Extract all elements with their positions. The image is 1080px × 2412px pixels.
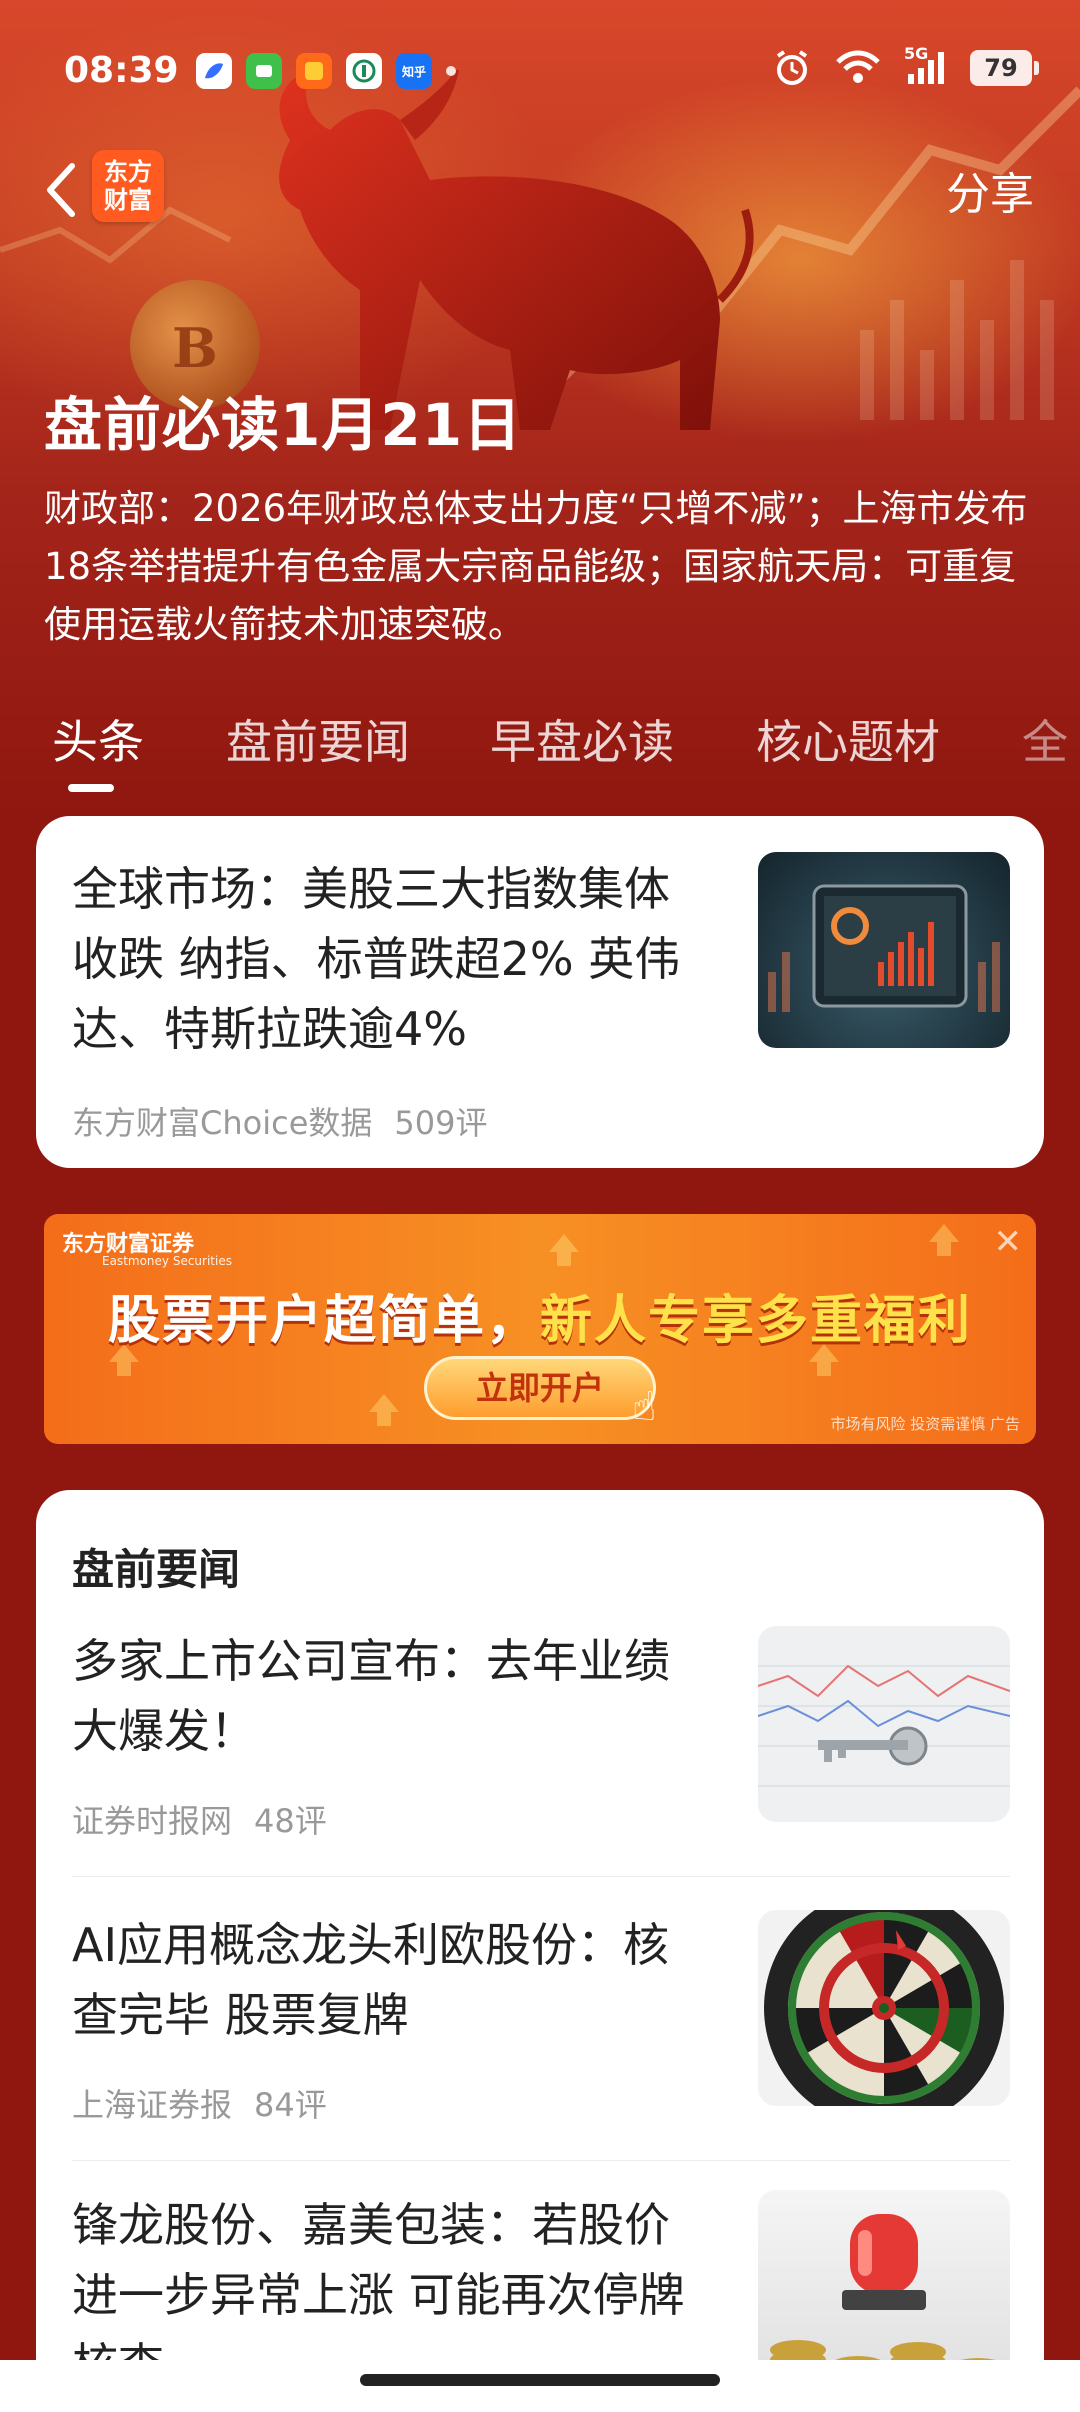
news-thumbnail[interactable] [758,1626,1010,1822]
article-source: 东方财富Choice数据 [72,1104,373,1142]
news-thumbnail[interactable] [758,1910,1010,2106]
pointer-hand-icon: ☝ [632,1384,657,1430]
news-title[interactable]: AI应用概念龙头利欧股份：核查完毕 股票复牌 [72,1910,712,2050]
news-meta: 证券时报网 48评 [72,1796,327,1842]
tab-premarket-news[interactable]: 盘前要闻 [226,706,410,772]
back-button[interactable] [36,158,86,222]
news-item[interactable]: AI应用概念龙头利欧股份：核查完毕 股票复牌 上海证券报 84评 [36,1910,1044,2194]
article-thumbnail[interactable] [758,852,1010,1048]
premarket-news-card: 盘前要闻 多家上市公司宣布：去年业绩大爆发！ 证券时报网 48评 AI应用概念龙头… [36,1490,1044,2412]
ad-close-icon[interactable]: ✕ [994,1222,1023,1262]
wifi-icon [836,50,880,83]
tab-core-themes[interactable]: 核心题材 [756,706,940,772]
lark-icon [196,53,232,89]
article-meta: 东方财富Choice数据 509评 [72,1098,487,1144]
gesture-bar [0,2360,1080,2412]
bull-statue-illustration [279,70,754,430]
key-on-chart-image [758,1664,1010,1787]
notification-icons: 知乎 [196,53,456,89]
wechat-icon [246,53,282,89]
news-title[interactable]: 锋龙股份、嘉美包装：若股价进一步异常上涨 可能再次停牌核查 [72,2190,712,2370]
ad-banner[interactable]: 东方财富证券 Eastmoney Securities ✕ 股票开户超简单，新人… [44,1214,1036,1444]
comment-count: 509评 [394,1104,488,1142]
section-title: 盘前要闻 [72,1545,241,1594]
tablet-chart-image [768,884,1000,1012]
tab-all[interactable]: 全 [1022,706,1068,772]
system-icons: 5G 79 [772,44,1039,88]
tab-headlines[interactable]: 头条 [52,706,144,772]
news-meta: 上海证券报 84评 [72,2080,327,2126]
top-article-card[interactable]: 全球市场：美股三大指数集体收跌 纳指、标普跌超2% 英伟达、特斯拉跌逾4% 东方… [36,816,1044,1168]
share-button[interactable]: 分享 [946,158,1034,222]
ad-brand-en: Eastmoney Securities [102,1254,232,1268]
news-source: 证券时报网 [72,1802,233,1840]
news-thumbnail[interactable] [758,2190,1010,2386]
top-nav-bar: 东方 财富 分享 [0,140,1080,240]
battery-indicator: 79 [970,50,1039,86]
active-tab-indicator [68,784,114,792]
comment-count: 84评 [254,2086,327,2124]
taobao-icon [296,53,332,89]
divider [72,1876,1010,1877]
more-notifications-dot [446,66,456,76]
news-title[interactable]: 多家上市公司宣布：去年业绩大爆发！ [72,1626,712,1766]
news-source: 上海证券报 [72,2086,233,2124]
dartboard-image [764,1910,1004,2106]
chevron-left-icon [47,163,75,217]
ad-headline: 股票开户超简单，新人专享多重福利 [107,1291,973,1351]
open-account-button[interactable]: 立即开户 [424,1356,656,1420]
page-title: 盘前必读1月21日 [44,391,523,459]
news-item[interactable]: 多家上市公司宣布：去年业绩大爆发！ 证券时报网 48评 [36,1626,1044,1910]
status-bar: 08:39 知乎 5G 79 [0,40,1080,100]
status-time: 08:39 [64,50,179,91]
ad-disclaimer: 市场有风险 投资需谨慎 广告 [830,1415,1020,1433]
cellular-signal-icon: 5G [904,44,948,88]
page-summary: 财政部：2026年财政总体支出力度“只增不减”；上海市发布18条举措提升有色金属… [44,487,1028,646]
bank-icon [346,53,382,89]
divider [72,2160,1010,2161]
alarm-icon [776,50,808,85]
home-indicator[interactable] [360,2374,720,2386]
warning-light-image [770,2214,1006,2378]
comment-count: 48评 [254,1802,327,1840]
eastmoney-logo: 东方 财富 [92,150,164,222]
tab-morning-must-read[interactable]: 早盘必读 [490,706,674,772]
zhihu-icon: 知乎 [396,53,432,89]
article-title[interactable]: 全球市场：美股三大指数集体收跌 纳指、标普跌超2% 英伟达、特斯拉跌逾4% [72,854,712,1064]
category-tabs: 头条 盘前要闻 早盘必读 核心题材 全 [0,706,1080,796]
